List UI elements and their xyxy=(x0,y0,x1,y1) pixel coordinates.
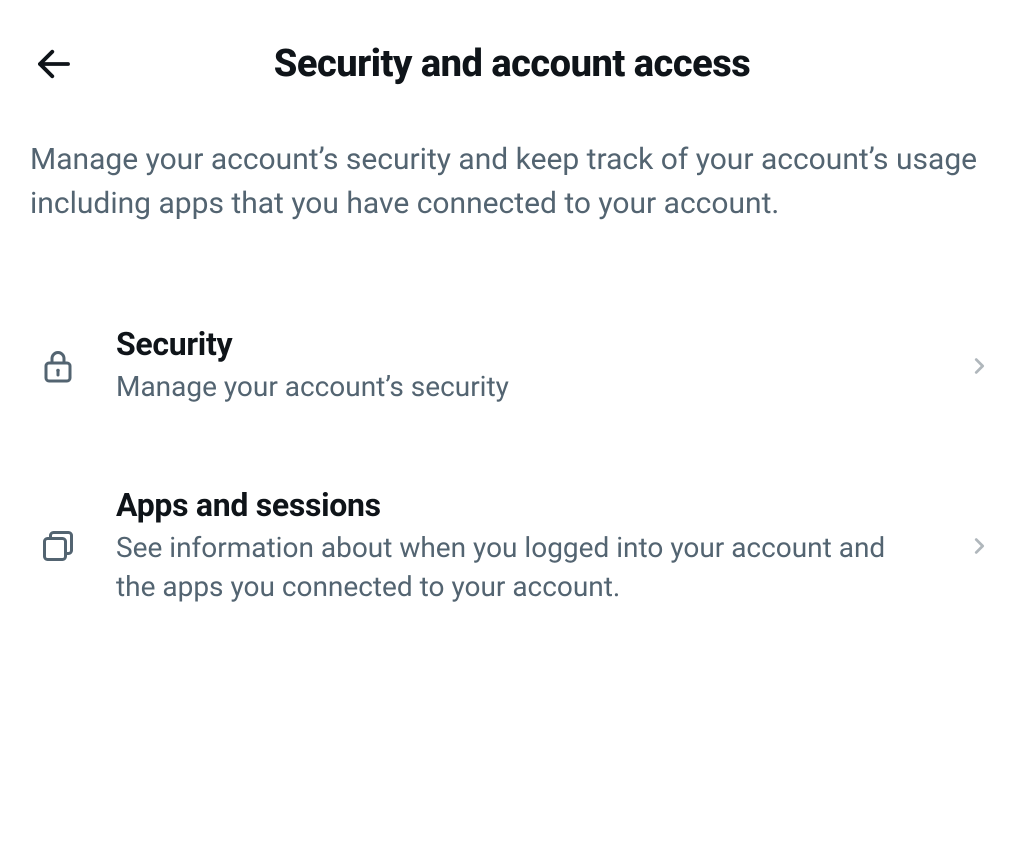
page-description: Manage your account’s security and keep … xyxy=(0,108,1024,285)
item-body: Apps and sessions See information about … xyxy=(116,486,928,606)
chevron-right-icon xyxy=(964,351,994,381)
apps-and-sessions-item[interactable]: Apps and sessions See information about … xyxy=(0,446,1024,646)
item-title: Apps and sessions xyxy=(116,486,928,524)
settings-list: Security Manage your account’s security … xyxy=(0,285,1024,647)
lock-icon xyxy=(36,344,80,388)
item-subtitle: See information about when you logged in… xyxy=(116,528,928,606)
page-title: Security and account access xyxy=(30,42,994,86)
item-subtitle: Manage your account’s security xyxy=(116,367,928,406)
security-item[interactable]: Security Manage your account’s security xyxy=(0,285,1024,446)
page-header: Security and account access xyxy=(0,0,1024,108)
chevron-right-icon xyxy=(964,531,994,561)
item-body: Security Manage your account’s security xyxy=(116,325,928,406)
item-title: Security xyxy=(116,325,928,363)
apps-icon xyxy=(36,524,80,568)
